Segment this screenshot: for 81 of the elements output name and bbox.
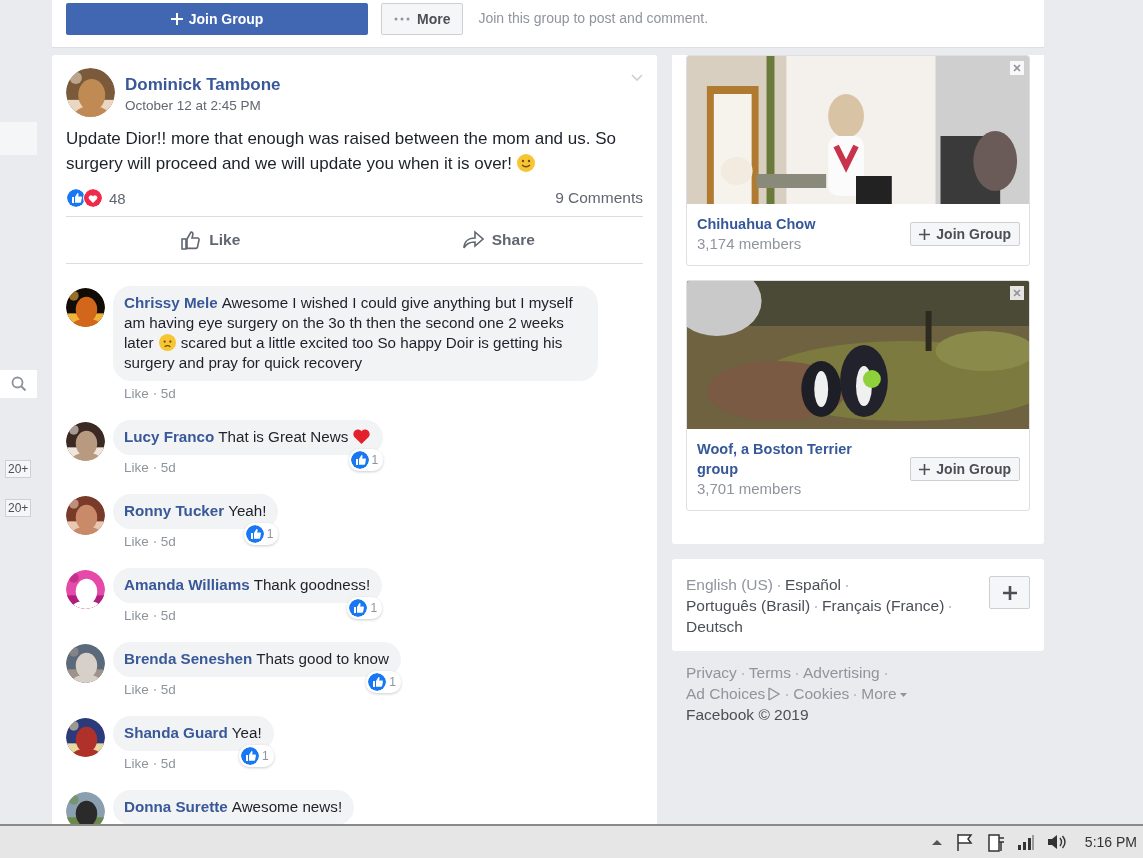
- count-badge: 20+: [5, 460, 32, 478]
- add-language-button[interactable]: [989, 576, 1030, 609]
- reaction-count: 1: [370, 601, 378, 615]
- member-count: 3,701 members: [697, 479, 802, 499]
- commenter-name[interactable]: Amanda Williams: [124, 576, 250, 593]
- reaction-count: 1: [266, 527, 274, 541]
- join-group-button[interactable]: Join Group: [910, 222, 1020, 246]
- commenter-name[interactable]: Shanda Guard: [124, 724, 228, 741]
- like-link[interactable]: Like: [124, 460, 149, 476]
- comment-age[interactable]: 5d: [160, 756, 176, 772]
- like-button[interactable]: Like: [66, 217, 355, 263]
- clock-time[interactable]: 5:16 PM: [1084, 834, 1137, 850]
- join-group-button[interactable]: Join Group: [910, 457, 1020, 481]
- post-time[interactable]: October 12 at 2:45 PM: [125, 95, 261, 117]
- post-text: Update Dior!! more that enough was raised between the mom and us. So surgery will proceed and we will update you when it is over!: [65, 128, 617, 175]
- like-link[interactable]: Like: [124, 386, 149, 402]
- search-icon: [10, 376, 27, 392]
- language-link[interactable]: Español: [785, 576, 841, 593]
- dots-icon: [394, 17, 410, 21]
- reaction-count: 1: [389, 675, 396, 689]
- caret-up-icon[interactable]: [930, 838, 943, 846]
- comment-text: Brenda Seneshen Thats good to know: [124, 649, 389, 669]
- join-hint: Join this group to post and comment.: [478, 9, 709, 28]
- battery-icon[interactable]: [986, 832, 1005, 852]
- close-icon: [1013, 64, 1021, 72]
- like-link[interactable]: Like: [124, 756, 149, 772]
- plus-icon: [170, 13, 183, 25]
- reaction-badge[interactable]: 1: [239, 745, 274, 767]
- plus-icon: [919, 228, 931, 240]
- reaction-count: 1: [262, 749, 269, 763]
- ad-choices-icon: [767, 687, 782, 701]
- comment-age[interactable]: 5d: [160, 534, 176, 550]
- comment-text: Shanda Guard Yea!: [124, 723, 262, 743]
- commenter-name[interactable]: Brenda Seneshen: [124, 650, 253, 667]
- caret-icon: [899, 693, 907, 697]
- join-group-button[interactable]: Join Group: [66, 3, 368, 35]
- share-arrow-icon: [462, 230, 484, 250]
- reaction-count: 1: [371, 453, 379, 467]
- flag-icon[interactable]: [954, 833, 975, 851]
- like-link[interactable]: Like: [124, 534, 149, 550]
- thumbs-up-icon: [180, 230, 202, 250]
- signal-icon[interactable]: [1016, 834, 1035, 850]
- share-button[interactable]: Share: [354, 217, 643, 263]
- comment-text: Amanda Williams Thank goodness!: [124, 575, 371, 595]
- comment-text: Chrissy Mele Awesome I wished I could give anything but I myself am having eye surgery on the 3o th then the second one 2 weeks later scared but a little excited too So happy Doir is getting his surgery and pray for quick recovery: [124, 293, 574, 373]
- comment-age[interactable]: 5d: [160, 682, 176, 698]
- commenter-name[interactable]: Chrissy Mele: [124, 294, 218, 311]
- plus-icon: [919, 463, 931, 475]
- plus-icon: [1002, 585, 1017, 600]
- copyright: Facebook © 2019: [686, 705, 810, 725]
- language-link[interactable]: Deutsch: [686, 618, 743, 635]
- close-button[interactable]: [1010, 61, 1024, 75]
- commenter-name[interactable]: Lucy Franco: [124, 428, 215, 445]
- reaction-badge[interactable]: 1: [243, 523, 279, 545]
- like-link[interactable]: Like: [124, 608, 149, 624]
- language-link[interactable]: Português (Brasil): [686, 597, 811, 614]
- comment-text: Donna Surette Awesome news!: [124, 797, 343, 817]
- author-name[interactable]: Dominick Tambone: [125, 74, 621, 95]
- close-icon: [1013, 289, 1021, 297]
- comments-count[interactable]: 9 Comments: [555, 189, 643, 207]
- language-link[interactable]: Français (France): [822, 597, 945, 614]
- search-button[interactable]: [0, 370, 37, 398]
- comment-text: Ronny Tucker Yeah!: [124, 501, 267, 521]
- speaker-icon[interactable]: [1046, 833, 1067, 851]
- group-name[interactable]: Chihuahua Chow: [697, 214, 816, 234]
- reaction-badge[interactable]: 1: [348, 449, 384, 471]
- language-link[interactable]: English (US): [686, 576, 773, 593]
- comment-age[interactable]: 5d: [160, 386, 176, 402]
- commenter-name[interactable]: Ronny Tucker: [124, 502, 225, 519]
- more-button[interactable]: More: [381, 3, 464, 35]
- reaction-badge[interactable]: 1: [347, 597, 383, 619]
- like-link[interactable]: Like: [124, 682, 149, 698]
- reaction-count[interactable]: 48: [109, 189, 126, 207]
- reaction-badge[interactable]: 1: [366, 671, 401, 693]
- comment-text: Lucy Franco That is Great News: [124, 427, 372, 447]
- member-count: 3,174 members: [697, 234, 802, 254]
- comment-age[interactable]: 5d: [160, 460, 176, 476]
- commenter-name[interactable]: Donna Surette: [124, 798, 228, 815]
- count-badge: 20+: [5, 499, 32, 517]
- comment-age[interactable]: 5d: [160, 608, 176, 624]
- group-name[interactable]: Woof, a Boston Terrier group: [697, 439, 877, 479]
